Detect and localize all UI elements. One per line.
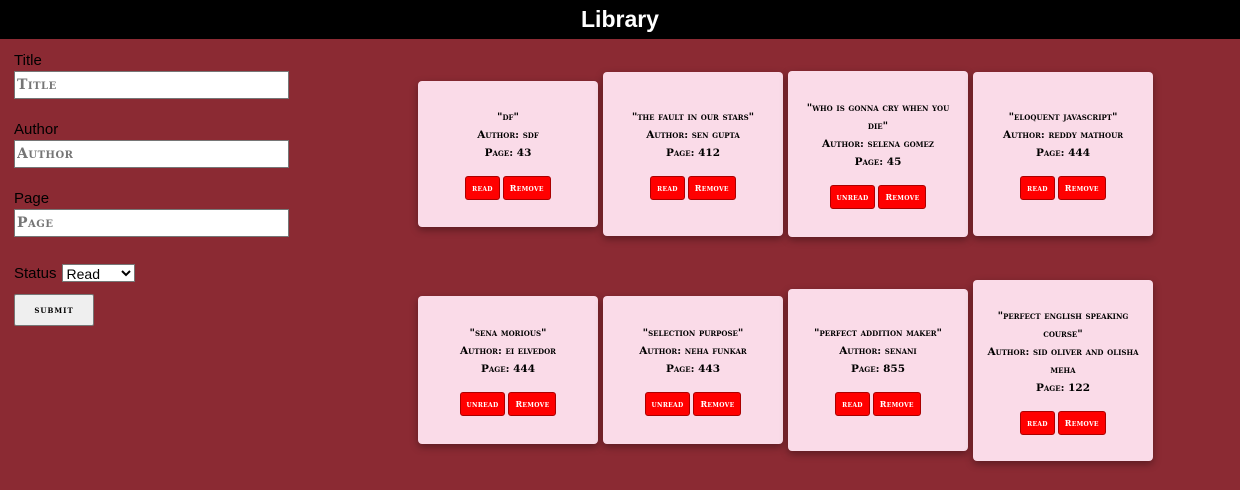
toggle-read-button[interactable]: read: [1020, 410, 1055, 435]
toggle-read-button[interactable]: read: [650, 176, 685, 200]
book-card: "the fault in our stars" Author: sen gup…: [603, 72, 783, 236]
card-actions: read Remove: [650, 176, 736, 200]
card-actions: unread Remove: [829, 185, 927, 209]
author-input[interactable]: [14, 140, 289, 168]
book-pages: Page: 444: [480, 363, 536, 375]
card-actions: read Remove: [835, 392, 921, 416]
remove-button[interactable]: Remove: [687, 176, 736, 200]
toggle-read-button[interactable]: unread: [459, 392, 506, 416]
toggle-read-button[interactable]: unread: [829, 185, 876, 209]
remove-button[interactable]: Remove: [508, 392, 557, 416]
book-pages: Page: 444: [1035, 147, 1091, 159]
title-label: Title: [14, 52, 42, 69]
book-card: "sena morious" Author: ei elvedor Page: …: [418, 296, 598, 444]
book-card: "perfect english speaking course" Author…: [973, 280, 1153, 461]
add-book-form: Title Author Page Status Read submit: [14, 52, 294, 326]
submit-button[interactable]: submit: [14, 294, 94, 326]
book-title: "selection purpose": [642, 327, 744, 339]
book-author: Author: sdf: [477, 129, 539, 141]
book-title: "perfect addition maker": [814, 327, 942, 339]
book-card: "df" Author: sdf Page: 43 read Remove: [418, 81, 598, 227]
book-pages: Page: 45: [854, 156, 902, 168]
book-pages: Page: 855: [850, 363, 906, 375]
book-title: "the fault in our stars": [631, 111, 755, 123]
book-author: Author: selena gomez: [822, 138, 934, 150]
remove-button[interactable]: Remove: [1057, 176, 1106, 200]
book-pages: Page: 412: [665, 147, 721, 159]
book-card: "selection purpose" Author: neha funkar …: [603, 296, 783, 444]
app-header: Library: [0, 0, 1240, 39]
toggle-read-button[interactable]: read: [465, 176, 500, 200]
book-card: "perfect addition maker" Author: senani …: [788, 289, 968, 451]
card-actions: unread Remove: [459, 392, 557, 416]
book-author: Author: sid oliver and olisha meha: [987, 345, 1139, 376]
author-field-group: Author: [14, 121, 294, 190]
book-title: "df": [497, 111, 519, 123]
book-card: "eloquent javascript" Author: reddy math…: [973, 72, 1153, 236]
book-title: "eloquent javascript": [1008, 111, 1118, 123]
remove-button[interactable]: Remove: [1057, 410, 1106, 435]
book-title: "perfect english speaking course": [997, 309, 1129, 340]
book-author: Author: neha funkar: [639, 345, 747, 357]
book-author: Author: sen gupta: [646, 129, 740, 141]
book-pages: Page: 43: [484, 147, 532, 159]
book-title: "who is gonna cry when you die": [806, 102, 950, 132]
card-actions: read Remove: [465, 176, 551, 200]
card-actions: read Remove: [1020, 410, 1106, 435]
remove-button[interactable]: Remove: [502, 176, 551, 200]
remove-button[interactable]: Remove: [878, 185, 927, 209]
status-label: Status: [14, 264, 57, 282]
book-author: Author: ei elvedor: [460, 345, 556, 357]
book-pages: Page: 443: [665, 363, 721, 375]
page-label: Page: [14, 190, 50, 207]
card-actions: unread Remove: [644, 392, 742, 416]
page-field-group: Page: [14, 190, 294, 259]
page-title: Library: [581, 6, 659, 32]
card-actions: read Remove: [1020, 176, 1106, 200]
book-title: "sena morious": [469, 327, 547, 339]
toggle-read-button[interactable]: read: [835, 392, 870, 416]
status-row: Status Read: [14, 264, 294, 282]
status-select[interactable]: Read: [61, 264, 135, 282]
author-label: Author: [14, 121, 59, 138]
remove-button[interactable]: Remove: [872, 392, 921, 416]
book-author: Author: senani: [839, 345, 917, 357]
toggle-read-button[interactable]: unread: [644, 392, 691, 416]
book-card: "who is gonna cry when you die" Author: …: [788, 71, 968, 237]
remove-button[interactable]: Remove: [693, 392, 742, 416]
page-input[interactable]: [14, 209, 289, 237]
book-author: Author: reddy mathour: [1002, 129, 1124, 141]
toggle-read-button[interactable]: read: [1020, 176, 1055, 200]
title-field-group: Title: [14, 52, 294, 121]
book-pages: Page: 122: [1035, 381, 1091, 394]
title-input[interactable]: [14, 71, 289, 99]
